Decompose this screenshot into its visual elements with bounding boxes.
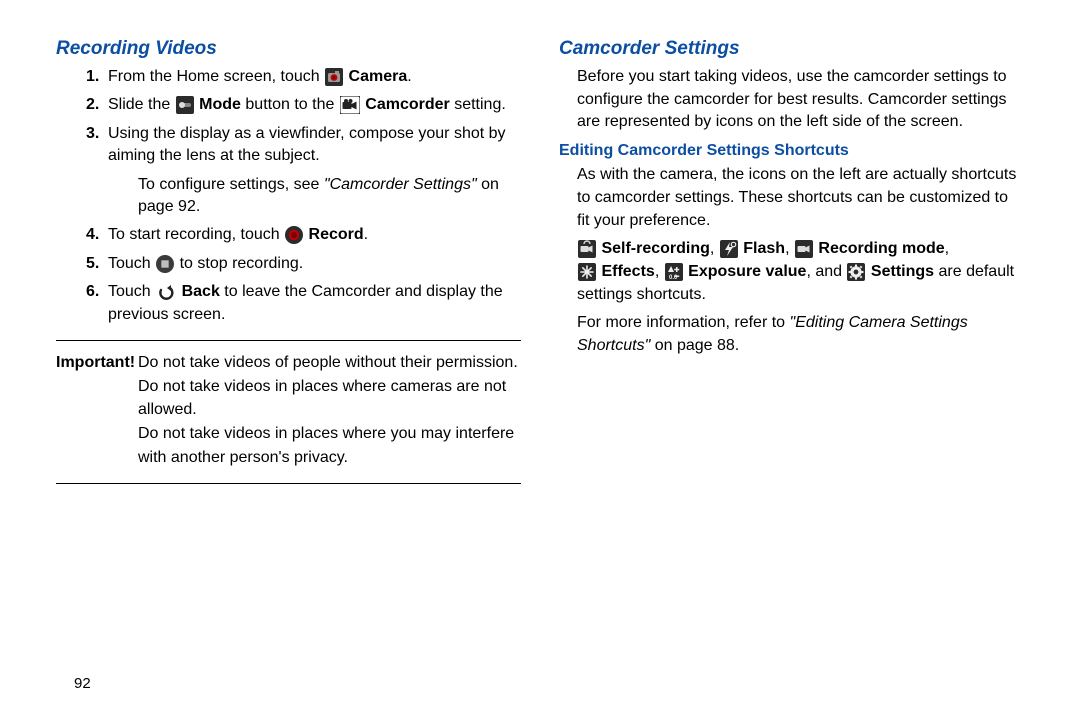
- step-body: Using the display as a viewfinder, compo…: [108, 123, 521, 168]
- label-record: Record: [309, 226, 364, 243]
- left-column: Recording Videos 1. From the Home screen…: [56, 38, 521, 720]
- text: to stop recording.: [180, 255, 304, 272]
- label-settings: Settings: [871, 263, 934, 280]
- label-exposure-value: Exposure value: [688, 263, 806, 280]
- step-number: 4.: [86, 224, 108, 246]
- text: For more information, refer to: [577, 314, 790, 331]
- step-number: 3.: [86, 123, 108, 168]
- step-number: 5.: [86, 253, 108, 275]
- camera-icon: [325, 68, 343, 86]
- text: .: [407, 68, 411, 85]
- step-1: 1. From the Home screen, touch Camera.: [86, 66, 521, 88]
- record-icon: [285, 226, 303, 244]
- back-icon: [156, 283, 176, 301]
- step-body: Touch Back to leave the Camcorder and di…: [108, 281, 521, 326]
- right-column: Camcorder Settings Before you start taki…: [559, 38, 1024, 720]
- text: Touch: [108, 255, 155, 272]
- mode-icon: [176, 96, 194, 114]
- label-flash: Flash: [743, 240, 785, 257]
- text: Slide the: [108, 96, 175, 113]
- text: Do not take videos in places where you m…: [138, 425, 514, 466]
- flash-icon: [720, 240, 738, 258]
- text: , and: [806, 263, 846, 280]
- step-number: 2.: [86, 94, 108, 116]
- step-2: 2. Slide the Mode button to the Camcorde…: [86, 94, 521, 116]
- step-body: From the Home screen, touch Camera.: [108, 66, 521, 88]
- step-3-sub: To configure settings, see "Camcorder Se…: [138, 174, 521, 219]
- step-4: 4. To start recording, touch Record.: [86, 224, 521, 246]
- intro-paragraph: Before you start taking videos, use the …: [577, 66, 1024, 134]
- important-label: Important!: [56, 351, 138, 469]
- paragraph-1: As with the camera, the icons on the lef…: [577, 164, 1024, 232]
- steps-list: 1. From the Home screen, touch Camera. 2…: [56, 66, 521, 326]
- manual-page: Recording Videos 1. From the Home screen…: [0, 0, 1080, 720]
- shortcuts-paragraph: Self-recording, Flash, Recording mode, E…: [577, 238, 1024, 306]
- text: setting.: [450, 96, 506, 113]
- important-body: Do not take videos of people without the…: [138, 351, 521, 469]
- subheading-editing-shortcuts: Editing Camcorder Settings Shortcuts: [559, 142, 1024, 160]
- step-5: 5. Touch to stop recording.: [86, 253, 521, 275]
- cross-reference: "Camcorder Settings": [324, 176, 477, 193]
- heading-camcorder-settings: Camcorder Settings: [559, 38, 1024, 60]
- label-self-recording: Self-recording: [601, 240, 709, 257]
- effects-icon: [578, 263, 596, 281]
- label-camcorder: Camcorder: [365, 96, 449, 113]
- label-mode: Mode: [199, 96, 241, 113]
- recording-mode-icon: [795, 240, 813, 258]
- text: .: [364, 226, 368, 243]
- text: Touch: [108, 283, 155, 300]
- text: button to the: [241, 96, 339, 113]
- settings-icon: [847, 263, 865, 281]
- heading-recording-videos: Recording Videos: [56, 38, 521, 60]
- step-body: Slide the Mode button to the Camcorder s…: [108, 94, 521, 116]
- text: To start recording, touch: [108, 226, 284, 243]
- label-recording-mode: Recording mode: [818, 240, 944, 257]
- step-body: Touch to stop recording.: [108, 253, 521, 275]
- step-number: 1.: [86, 66, 108, 88]
- step-6: 6. Touch Back to leave the Camcorder and…: [86, 281, 521, 326]
- step-number: 6.: [86, 281, 108, 326]
- exposure-icon: [665, 263, 683, 281]
- text: To configure settings, see: [138, 176, 324, 193]
- self-recording-icon: [578, 240, 596, 258]
- step-body: To start recording, touch Record.: [108, 224, 521, 246]
- text: From the Home screen, touch: [108, 68, 324, 85]
- label-back: Back: [182, 283, 220, 300]
- page-number: 92: [74, 675, 91, 692]
- text: on page 88.: [650, 337, 739, 354]
- label-camera: Camera: [349, 68, 408, 85]
- camcorder-icon: [340, 96, 360, 114]
- refer-paragraph: For more information, refer to "Editing …: [577, 312, 1024, 357]
- text: Do not take videos in places where camer…: [138, 378, 506, 419]
- stop-icon: [156, 255, 174, 273]
- rule-top: [56, 340, 521, 341]
- step-3: 3. Using the display as a viewfinder, co…: [86, 123, 521, 168]
- important-note: Important! Do not take videos of people …: [56, 351, 521, 469]
- text: Do not take videos of people without the…: [138, 354, 518, 371]
- rule-bottom: [56, 483, 521, 484]
- label-effects: Effects: [601, 263, 654, 280]
